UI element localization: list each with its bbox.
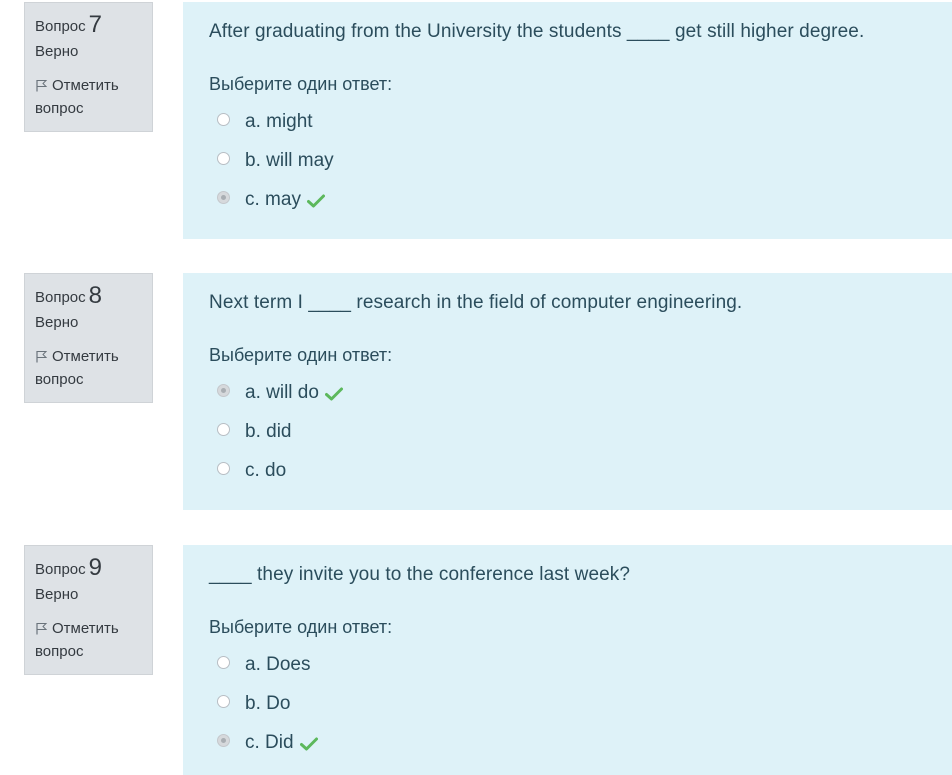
answer-list: a. Does b. Do c. Did (209, 645, 952, 762)
answer-text: a. might (245, 110, 313, 132)
check-icon (306, 194, 325, 207)
answer-list: a. might b. will may c. may (209, 102, 952, 219)
answer-radio[interactable] (217, 423, 230, 436)
question-number: Вопрос 9 (35, 553, 152, 581)
answer-radio[interactable] (217, 113, 230, 126)
answer-radio[interactable] (217, 695, 230, 708)
answer-option[interactable]: c. may (209, 180, 952, 219)
question-label: Вопрос (35, 18, 86, 35)
answer-option[interactable]: b. Do (209, 684, 952, 723)
question-state: Верно (35, 314, 79, 331)
answer-text: a. will do (245, 381, 319, 403)
answer-text: c. do (245, 459, 287, 481)
flag-question-button[interactable]: Отметить вопрос (35, 74, 152, 120)
answer-radio[interactable] (217, 152, 230, 165)
question-text: ____ they invite you to the conference l… (209, 564, 631, 585)
answer-text: b. will may (245, 149, 334, 171)
question-text: Next term I ____ research in the field o… (209, 292, 743, 313)
check-icon (299, 737, 318, 750)
answer-option[interactable]: a. might (209, 102, 952, 141)
question-info: Вопрос 9 Верно Отметить вопрос (24, 545, 153, 675)
question-content: ____ they invite you to the conference l… (183, 545, 952, 775)
answer-text: b. Do (245, 692, 291, 714)
question-num: 8 (88, 282, 103, 309)
answer-option[interactable]: c. do (209, 451, 952, 490)
check-icon (324, 387, 343, 400)
answer-text: a. Does (245, 653, 311, 675)
flag-icon (36, 623, 48, 635)
answer-option[interactable]: a. Does (209, 645, 952, 684)
question-text: After graduating from the University the… (209, 21, 865, 42)
answer-radio[interactable] (217, 656, 230, 669)
question-state: Верно (35, 43, 79, 60)
flag-icon (36, 80, 48, 92)
question-state: Верно (35, 586, 79, 603)
question-num: 7 (88, 11, 103, 38)
answer-option[interactable]: c. Did (209, 723, 952, 762)
question-label: Вопрос (35, 289, 86, 306)
flag-question-button[interactable]: Отметить вопрос (35, 345, 152, 391)
answer-prompt: Выберите один ответ: (209, 345, 393, 365)
answer-radio[interactable] (217, 462, 230, 475)
answer-option[interactable]: b. did (209, 412, 952, 451)
answer-text: b. did (245, 420, 292, 442)
flag-question-button[interactable]: Отметить вопрос (35, 617, 152, 663)
question-content: Next term I ____ research in the field o… (183, 273, 952, 510)
answer-prompt: Выберите один ответ: (209, 617, 393, 637)
question-number: Вопрос 7 (35, 10, 152, 38)
answer-radio[interactable] (217, 384, 230, 397)
question-label: Вопрос (35, 561, 86, 578)
answer-radio[interactable] (217, 734, 230, 747)
question-content: After graduating from the University the… (183, 2, 952, 239)
answer-list: a. will do b. did c. do (209, 373, 952, 490)
question-num: 9 (88, 554, 103, 581)
answer-option[interactable]: b. will may (209, 141, 952, 180)
question-info: Вопрос 7 Верно Отметить вопрос (24, 2, 153, 132)
question-info: Вопрос 8 Верно Отметить вопрос (24, 273, 153, 403)
answer-text: c. Did (245, 731, 294, 753)
answer-radio[interactable] (217, 191, 230, 204)
answer-text: c. may (245, 188, 301, 210)
answer-prompt: Выберите один ответ: (209, 74, 393, 94)
question-number: Вопрос 8 (35, 281, 152, 309)
answer-option[interactable]: a. will do (209, 373, 952, 412)
flag-icon (36, 351, 48, 363)
